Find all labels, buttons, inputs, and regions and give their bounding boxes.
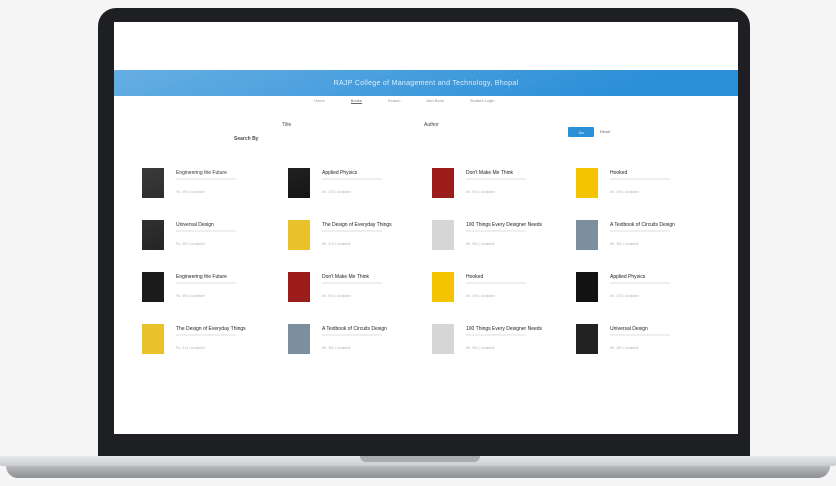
book-card[interactable]: Engineering the Future Rs. 450 | Availab…	[142, 168, 282, 208]
divider	[466, 282, 526, 284]
book-meta: Rs. 500 | Available	[466, 190, 495, 194]
book-card[interactable]: Hooked Rs. 399 | Available	[576, 168, 716, 208]
book-title[interactable]: Applied Physics	[322, 170, 357, 176]
book-title[interactable]: Applied Physics	[610, 274, 645, 280]
header-banner: RAJP College of Management and Technolog…	[114, 70, 738, 96]
top-nav: Home Books Search Add Book Student Login	[314, 98, 495, 104]
book-cover	[432, 272, 454, 302]
divider	[176, 230, 236, 232]
laptop-base	[0, 450, 836, 480]
nav-item-books[interactable]: Books	[350, 98, 362, 104]
book-meta: Rs. 550 | Available	[466, 346, 495, 350]
book-card[interactable]: Don't Make Me Think Rs. 500 | Available	[432, 168, 572, 208]
book-title[interactable]: Don't Make Me Think	[322, 274, 369, 280]
book-cover	[142, 324, 164, 354]
book-title[interactable]: A Textbook of Circuits Design	[322, 326, 387, 332]
book-meta: Rs. 450 | Available	[176, 190, 205, 194]
book-cover	[576, 220, 598, 250]
book-title[interactable]: The Design of Everyday Things	[322, 222, 392, 228]
book-cover	[432, 324, 454, 354]
book-title[interactable]: Universal Design	[176, 222, 214, 228]
book-title[interactable]: The Design of Everyday Things	[176, 326, 246, 332]
book-cover	[288, 220, 310, 250]
book-cover	[576, 272, 598, 302]
laptop-base-bottom	[6, 466, 830, 478]
book-meta: Rs. 550 | Available	[466, 242, 495, 246]
book-card[interactable]: Universal Design Rs. 280 | Available	[142, 220, 282, 260]
book-meta: Rs. 500 | Available	[322, 294, 351, 298]
book-title[interactable]: Universal Design	[610, 326, 648, 332]
divider	[322, 178, 382, 180]
book-meta: Rs. 410 | Available	[176, 346, 205, 350]
book-title[interactable]: 100 Things Every Designer Needs	[466, 222, 542, 228]
banner-title: RAJP College of Management and Technolog…	[333, 79, 519, 87]
book-cover	[142, 272, 164, 302]
divider	[466, 334, 526, 336]
book-meta: Rs. 280 | Available	[176, 242, 205, 246]
book-card[interactable]: 100 Things Every Designer Needs Rs. 550 …	[432, 220, 572, 260]
book-meta: Rs. 399 | Available	[610, 190, 639, 194]
book-cover	[432, 168, 454, 198]
browser-screen: RAJP College of Management and Technolog…	[114, 22, 738, 434]
laptop-notch	[360, 456, 480, 462]
book-card[interactable]: The Design of Everyday Things Rs. 410 | …	[142, 324, 282, 364]
book-title[interactable]: Hooked	[610, 170, 627, 176]
divider	[610, 178, 670, 180]
book-cover	[142, 220, 164, 250]
divider	[176, 334, 236, 336]
search-bar: Search By Title Author Go Reset	[114, 122, 738, 144]
book-meta: Rs. 360 | Available	[610, 242, 639, 246]
divider	[176, 282, 236, 284]
nav-item-add-book[interactable]: Add Book	[426, 98, 443, 104]
nav-item-search[interactable]: Search	[388, 98, 401, 104]
divider	[610, 282, 670, 284]
book-title[interactable]: Engineering the Future	[176, 170, 227, 176]
divider	[466, 178, 526, 180]
book-cover	[142, 168, 164, 198]
book-card[interactable]: Applied Physics Rs. 320 | Available	[576, 272, 716, 312]
book-meta: Rs. 360 | Available	[322, 346, 351, 350]
divider	[322, 230, 382, 232]
divider	[322, 334, 382, 336]
divider	[466, 230, 526, 232]
nav-item-home[interactable]: Home	[314, 98, 325, 104]
book-title[interactable]: Don't Make Me Think	[466, 170, 513, 176]
author-filter-label: Author	[424, 122, 439, 128]
book-meta: Rs. 410 | Available	[322, 242, 351, 246]
book-meta: Rs. 450 | Available	[176, 294, 205, 298]
book-card[interactable]: Hooked Rs. 399 | Available	[432, 272, 572, 312]
book-title[interactable]: A Textbook of Circuits Design	[610, 222, 675, 228]
book-cover	[288, 168, 310, 198]
divider	[610, 334, 670, 336]
book-card[interactable]: Engineering the Future Rs. 450 | Availab…	[142, 272, 282, 312]
book-card[interactable]: 100 Things Every Designer Needs Rs. 550 …	[432, 324, 572, 364]
book-title[interactable]: 100 Things Every Designer Needs	[466, 326, 542, 332]
book-cover	[576, 324, 598, 354]
book-card[interactable]: A Textbook of Circuits Design Rs. 360 | …	[288, 324, 428, 364]
book-card[interactable]: Applied Physics Rs. 320 | Available	[288, 168, 428, 208]
search-by-label: Search By	[234, 136, 259, 142]
book-card[interactable]: A Textbook of Circuits Design Rs. 360 | …	[576, 220, 716, 260]
book-meta: Rs. 320 | Available	[610, 294, 639, 298]
book-meta: Rs. 280 | Available	[610, 346, 639, 350]
nav-item-student-login[interactable]: Student Login	[470, 98, 495, 104]
divider	[176, 178, 236, 180]
book-cover	[432, 220, 454, 250]
book-title[interactable]: Hooked	[466, 274, 483, 280]
book-title[interactable]: Engineering the Future	[176, 274, 227, 280]
book-cover	[576, 168, 598, 198]
book-card[interactable]: Universal Design Rs. 280 | Available	[576, 324, 716, 364]
divider	[322, 282, 382, 284]
book-meta: Rs. 399 | Available	[466, 294, 495, 298]
reset-button[interactable]: Reset	[600, 129, 610, 134]
go-button[interactable]: Go	[568, 127, 594, 137]
book-meta: Rs. 320 | Available	[322, 190, 351, 194]
book-card[interactable]: Don't Make Me Think Rs. 500 | Available	[288, 272, 428, 312]
title-filter-label: Title	[282, 122, 292, 128]
divider	[610, 230, 670, 232]
book-cover	[288, 324, 310, 354]
book-card[interactable]: The Design of Everyday Things Rs. 410 | …	[288, 220, 428, 260]
book-cover	[288, 272, 310, 302]
